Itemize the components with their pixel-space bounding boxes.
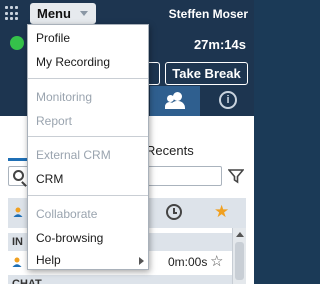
scroll-thumb[interactable] bbox=[235, 242, 244, 280]
search-icon bbox=[13, 170, 24, 181]
filter-icon[interactable] bbox=[228, 168, 244, 184]
take-break-button[interactable]: Take Break bbox=[165, 62, 248, 85]
menu-item-external-crm: External CRM bbox=[36, 148, 111, 162]
menu-item-help[interactable]: Help bbox=[28, 249, 148, 271]
agent-icon bbox=[13, 207, 23, 217]
tab-phone[interactable] bbox=[0, 86, 30, 116]
star-outline-icon[interactable]: ☆ bbox=[210, 252, 223, 270]
tab-recents[interactable]: Recents bbox=[146, 143, 194, 158]
menu-divider bbox=[28, 195, 148, 196]
info-icon: i bbox=[219, 91, 237, 109]
menu-button-label: Menu bbox=[37, 6, 71, 21]
star-icon[interactable]: ★ bbox=[214, 202, 229, 222]
tab-contacts[interactable] bbox=[150, 86, 200, 116]
tab-info[interactable]: i bbox=[205, 86, 255, 116]
row-time: 0m:00s bbox=[168, 255, 208, 269]
clock-icon[interactable] bbox=[166, 204, 182, 220]
chevron-down-icon bbox=[80, 11, 88, 16]
menu-item-co-browsing[interactable]: Co-browsing bbox=[28, 227, 148, 249]
menu-button[interactable]: Menu bbox=[30, 3, 96, 24]
menu-item-monitoring: Monitoring bbox=[36, 90, 93, 104]
menu-item-report: Report bbox=[36, 114, 73, 128]
menu-divider bbox=[28, 136, 148, 137]
menu-item-profile[interactable]: Profile bbox=[28, 27, 148, 49]
status-indicator[interactable] bbox=[10, 36, 24, 50]
menu-divider bbox=[28, 78, 148, 79]
menu-item-my-recording[interactable]: My Recording bbox=[28, 51, 148, 73]
user-name: Steffen Moser bbox=[168, 7, 248, 21]
chevron-right-icon bbox=[139, 257, 144, 265]
main-menu-dropdown: Profile My Recording Monitoring Report E… bbox=[27, 24, 149, 270]
state-button[interactable] bbox=[148, 62, 160, 85]
menu-item-help-label: Help bbox=[36, 253, 61, 267]
menu-item-crm[interactable]: CRM bbox=[28, 168, 148, 190]
group-label-chat: CHAT bbox=[8, 275, 232, 284]
apps-grid-icon[interactable] bbox=[5, 6, 20, 21]
people-icon bbox=[165, 92, 187, 110]
menu-item-collaborate: Collaborate bbox=[36, 207, 98, 221]
state-timer: 27m:14s bbox=[193, 37, 246, 52]
scroll-up-icon[interactable] bbox=[236, 232, 244, 237]
table-scrollbar[interactable] bbox=[232, 228, 246, 284]
agent-icon bbox=[12, 257, 22, 267]
